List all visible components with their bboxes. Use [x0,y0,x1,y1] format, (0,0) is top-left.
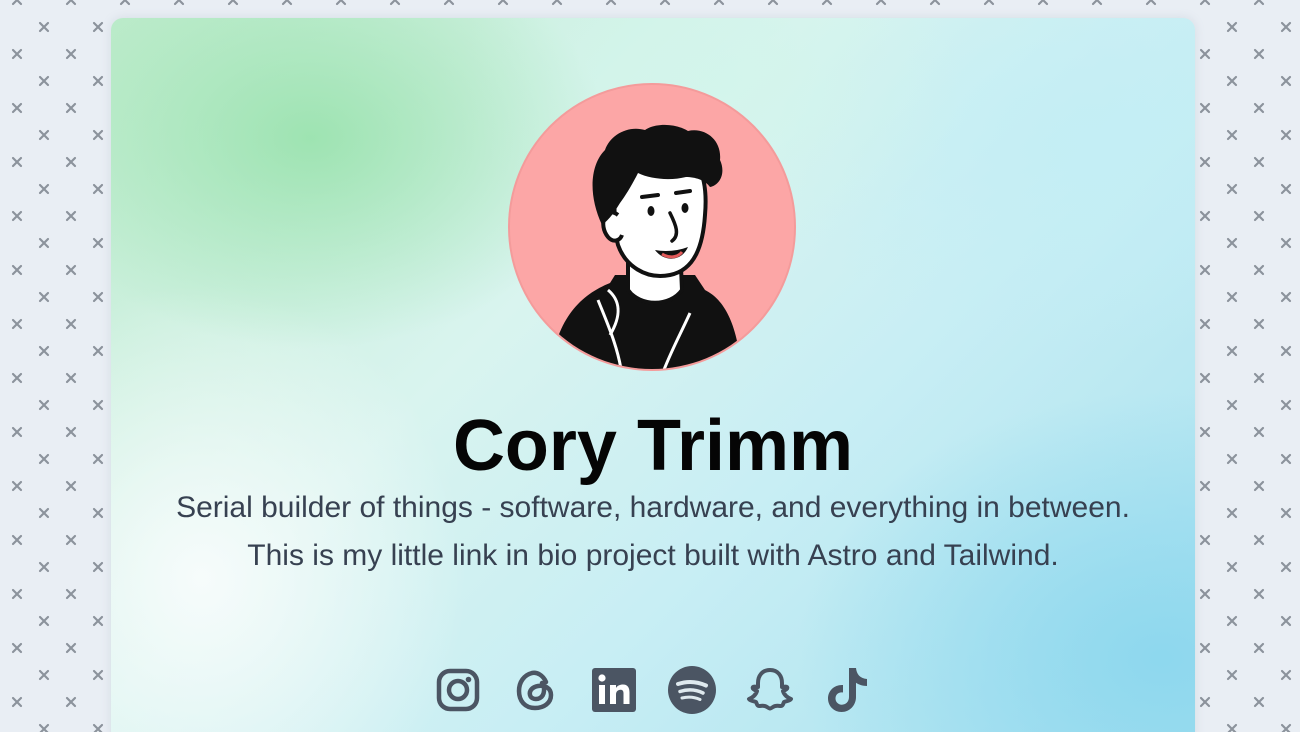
snapchat-icon [747,668,793,711]
threads-link[interactable] [512,664,560,716]
profile-card: Cory Trimm Serial builder of things - so… [111,18,1195,732]
social-links [111,664,1195,716]
threads-icon [516,670,554,711]
spotify-link[interactable] [668,664,716,716]
tiktok-icon [828,668,867,712]
instagram-link[interactable] [434,664,482,716]
linkedin-link[interactable] [590,664,638,716]
avatar [508,83,796,371]
tiktok-link[interactable] [824,664,872,716]
profile-name: Cory Trimm [452,406,854,486]
profile-bio: Serial builder of things - software, har… [176,491,1130,572]
instagram-icon [436,668,480,712]
linkedin-icon [592,668,636,712]
spotify-icon [668,666,716,714]
snapchat-link[interactable] [746,664,794,716]
